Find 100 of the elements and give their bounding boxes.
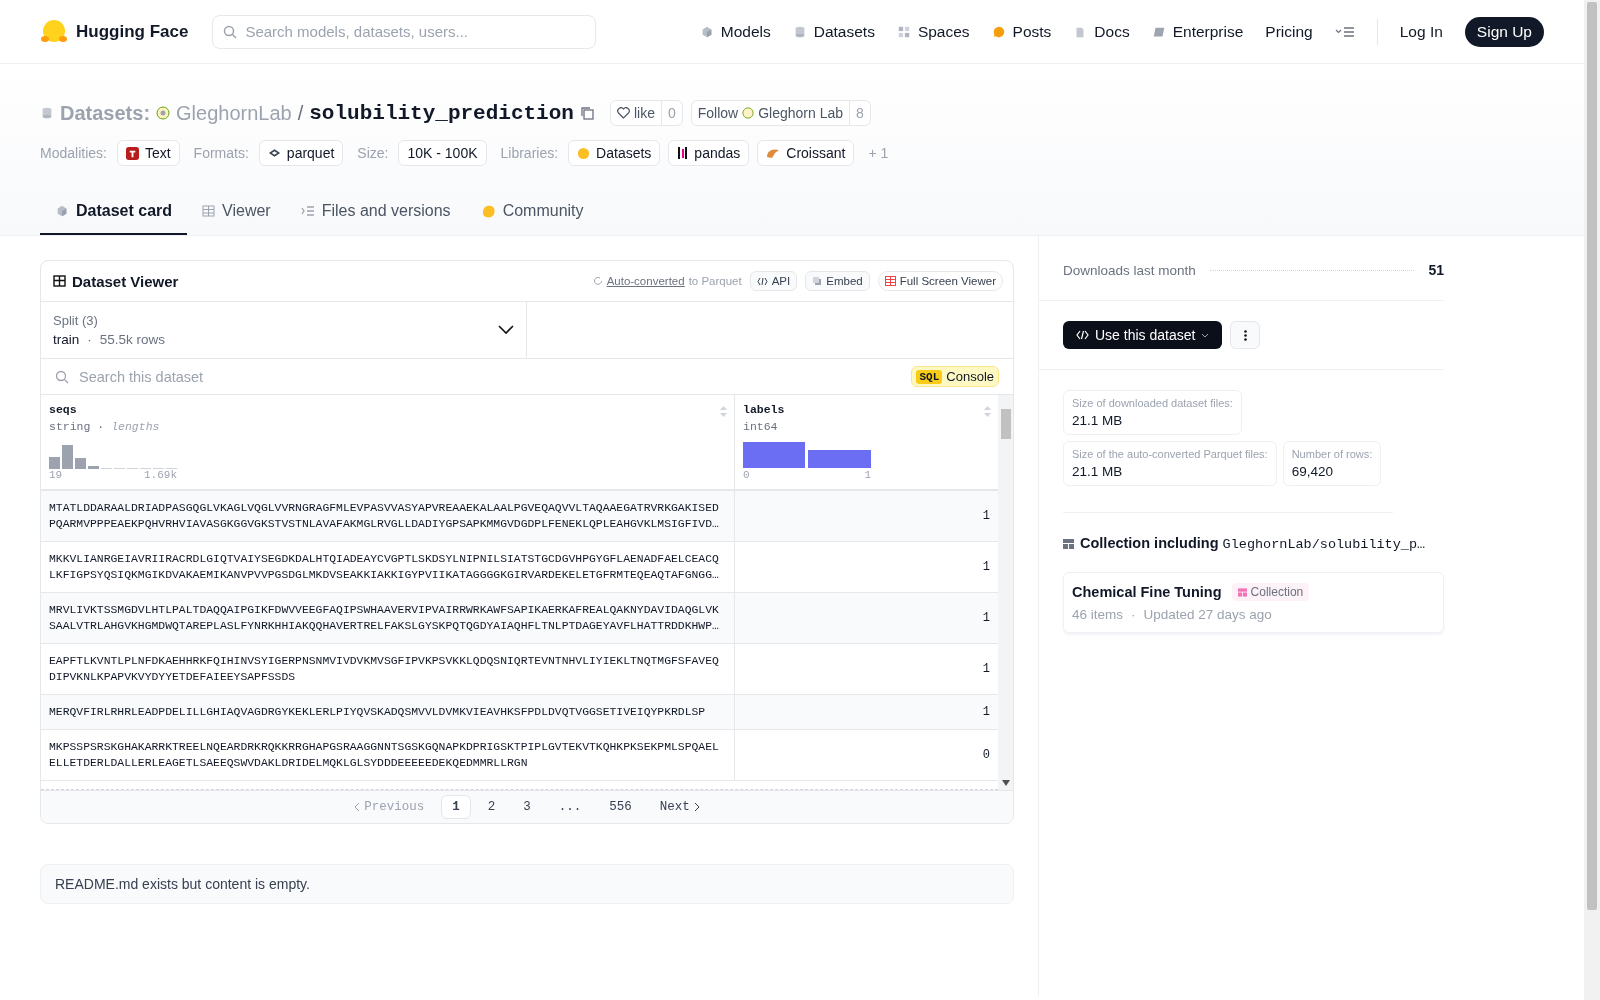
chevron-left-icon xyxy=(354,802,361,812)
stat-label: Size of downloaded dataset files: xyxy=(1072,397,1233,409)
column-type: int64 xyxy=(743,420,779,433)
stat-label: Size of the auto-converted Parquet files: xyxy=(1072,448,1268,460)
column-name: labels xyxy=(743,403,785,416)
auto-converted-link[interactable]: Auto-converted xyxy=(606,275,685,287)
arrow-down-icon[interactable] xyxy=(1001,780,1010,786)
code-icon xyxy=(1076,330,1089,340)
like-button[interactable]: like 0 xyxy=(609,100,683,126)
updated-time: Updated 27 days ago xyxy=(1143,607,1272,622)
axis-min-label: 19 xyxy=(49,469,63,481)
collection-card[interactable]: Chemical Fine Tuning Collection 46 items · Updated 27 days ago xyxy=(1063,572,1444,633)
table-cell-text: MERQVFIRLRHRLEADPDELILLGHIAQVAGDRGYKEKLERLPIYQVSKADQSMVVLDVMKVIEAVHKSFPDLDVQTVGGSETIVEIQYPKRDLSP xyxy=(49,705,707,720)
table-cell: 1 xyxy=(982,662,990,676)
bars-icon xyxy=(677,146,689,160)
nav-link[interactable]: Posts xyxy=(991,22,1052,41)
column-name: seqs xyxy=(49,403,77,416)
page-ellipsis[interactable]: ... xyxy=(547,795,593,819)
nav-link[interactable]: Docs xyxy=(1073,22,1130,41)
table-icon xyxy=(53,275,66,287)
scrollbar-thumb[interactable] xyxy=(1000,409,1011,439)
menu-icon[interactable] xyxy=(1334,25,1355,38)
use-dataset-button[interactable]: Use this dataset xyxy=(1063,321,1223,349)
tab[interactable]: Dataset card xyxy=(40,192,188,235)
org-avatar-icon xyxy=(742,107,755,119)
tag-chip[interactable]: parquet xyxy=(258,140,344,166)
split-dropdown[interactable]: Split (3) train · 55.5k rows xyxy=(41,302,527,358)
column-type: string · lengths xyxy=(49,420,161,433)
table-cell: 1 xyxy=(982,705,990,719)
table-cell: 1 xyxy=(982,509,990,523)
page-scrollbar[interactable] xyxy=(1584,0,1600,1000)
tag-chip[interactable]: 10K - 100K xyxy=(398,140,487,166)
org-avatar-icon xyxy=(156,106,171,120)
embed-button[interactable]: Embed xyxy=(805,271,870,291)
search-field[interactable]: Search models, datasets, users... xyxy=(212,14,597,49)
tab[interactable]: Community xyxy=(465,192,599,235)
page-button[interactable]: 1 xyxy=(441,795,471,819)
table-icon xyxy=(202,205,216,217)
login-link[interactable]: Log In xyxy=(1399,22,1443,41)
chat-bubble-icon xyxy=(991,24,1006,39)
separator-dot: · xyxy=(1131,607,1136,622)
copy-icon[interactable] xyxy=(579,106,594,120)
full-screen-button[interactable]: Full Screen Viewer xyxy=(877,271,1003,291)
dataset-name: solubility_prediction xyxy=(309,101,574,125)
nav-link[interactable]: Spaces xyxy=(896,22,970,41)
item-count: 46 items xyxy=(1072,607,1124,622)
table-icon xyxy=(884,276,896,286)
sort-icon[interactable] xyxy=(983,405,992,418)
nav-link[interactable]: Pricing xyxy=(1265,22,1313,41)
tag-chip[interactable]: Datasets xyxy=(568,140,661,166)
table-cell-text: EAPFTLKVNTLPLNFDKAEHHRKFQIHINVSYIGERPNSNMVIVDVKMVSGFIPVKPSVKKLQDQSNIQRTEVNTNHVLIYIEKLTNQTMGFSFAVEQDIPVKNLKPAPVKVYDYYETDEFAIEEYSAPFSSDS xyxy=(49,654,719,685)
chevron-down-icon xyxy=(498,325,514,335)
readme-notice: README.md exists but content is empty. xyxy=(40,864,1014,904)
stat-value: 69,420 xyxy=(1291,464,1334,479)
sort-icon[interactable] xyxy=(719,405,728,418)
refresh-icon xyxy=(592,276,603,286)
downloads-count: 51 xyxy=(1428,262,1444,278)
page-button[interactable]: 3 xyxy=(512,795,542,819)
tab[interactable]: Viewer xyxy=(187,192,286,235)
chevron-right-icon xyxy=(693,802,700,812)
collection-title: Chemical Fine Tuning xyxy=(1072,584,1222,600)
scrollbar-thumb[interactable] xyxy=(1587,2,1597,910)
next-button[interactable]: Next xyxy=(648,795,711,819)
code-icon xyxy=(756,276,768,286)
stat-label: Number of rows: xyxy=(1291,448,1373,460)
axis-max-label: 1.69k xyxy=(144,469,177,481)
api-button[interactable]: API xyxy=(749,271,798,291)
viewer-title: Dataset Viewer xyxy=(53,272,179,290)
table-cell-text: MKPSSPSRSKGHAKARRKTREELNQEARDRKRQKKRRGHAPGSRAAGGNNTSGSKGQNAPKDPRIGSKTPIPLGVTEKVTKQHKPKSEKPMLSPQAELELLETDERLDALLERLEAGETLSAEEQSWVDAKLDRIDELMQKLGLSYDDDEEEEEDEKQEDMMRLLRGN xyxy=(49,740,719,771)
tag-group-label: Formats: xyxy=(193,145,249,161)
logo-icon[interactable] xyxy=(40,18,68,45)
stat-value: 21.1 MB xyxy=(1072,413,1124,428)
collection-badge: Collection xyxy=(1231,583,1310,601)
downloads-label: Downloads last month xyxy=(1063,262,1196,278)
axis-min-label: 0 xyxy=(743,469,750,481)
nav-link[interactable]: Models xyxy=(699,22,771,41)
collection-heading: Collection including GleghornLab/solubility_p… xyxy=(1080,535,1426,552)
nav-link[interactable]: Enterprise xyxy=(1151,22,1244,41)
page-button[interactable]: 556 xyxy=(598,795,643,819)
auto-converted-note: to Parquet xyxy=(688,275,742,287)
more-options-button[interactable] xyxy=(1230,321,1261,349)
axis-max-label: 1 xyxy=(864,469,871,481)
nav-link[interactable]: Datasets xyxy=(792,22,875,41)
brand-name[interactable]: Hugging Face xyxy=(76,21,189,42)
table-cell-text: MKKVLIANRGEIAVRIIRACRDLGIQTVAIYSEGDKDALHTQIADEAYCVGPTLSKDSYLNIPNILSIATSTGCDGVHPGYGFLAENADFAELCEACQLKFIGPSYQSIQKMGIKDVAKAEMIKANVPVVPGSDGLMKDVSEAKKIAKKIGYPVIIKATAGGGGKGIRVARDEKELETGFRMTEQEAQTAFGNGG… xyxy=(49,552,719,583)
signup-button[interactable]: Sign Up xyxy=(1464,16,1544,47)
table-cell: 1 xyxy=(982,611,990,625)
copy-icon xyxy=(812,276,823,286)
repo-type-label: Datasets: xyxy=(60,101,151,125)
heart-icon xyxy=(616,107,630,119)
scrollbar[interactable] xyxy=(998,395,1013,790)
table-cell: 0 xyxy=(982,748,990,762)
table-cell: 1 xyxy=(982,560,990,574)
page-button[interactable]: 2 xyxy=(476,795,507,819)
tab[interactable]: Files and versions xyxy=(285,192,466,235)
tag-chip[interactable]: Croissant xyxy=(757,140,855,166)
sql-console-button[interactable]: SQL Console xyxy=(911,366,999,387)
tag-chip[interactable]: Text xyxy=(116,140,180,166)
follow-button[interactable]: Follow Gleghorn Lab 8 xyxy=(690,100,871,126)
tag-chip[interactable]: pandas xyxy=(668,140,750,166)
